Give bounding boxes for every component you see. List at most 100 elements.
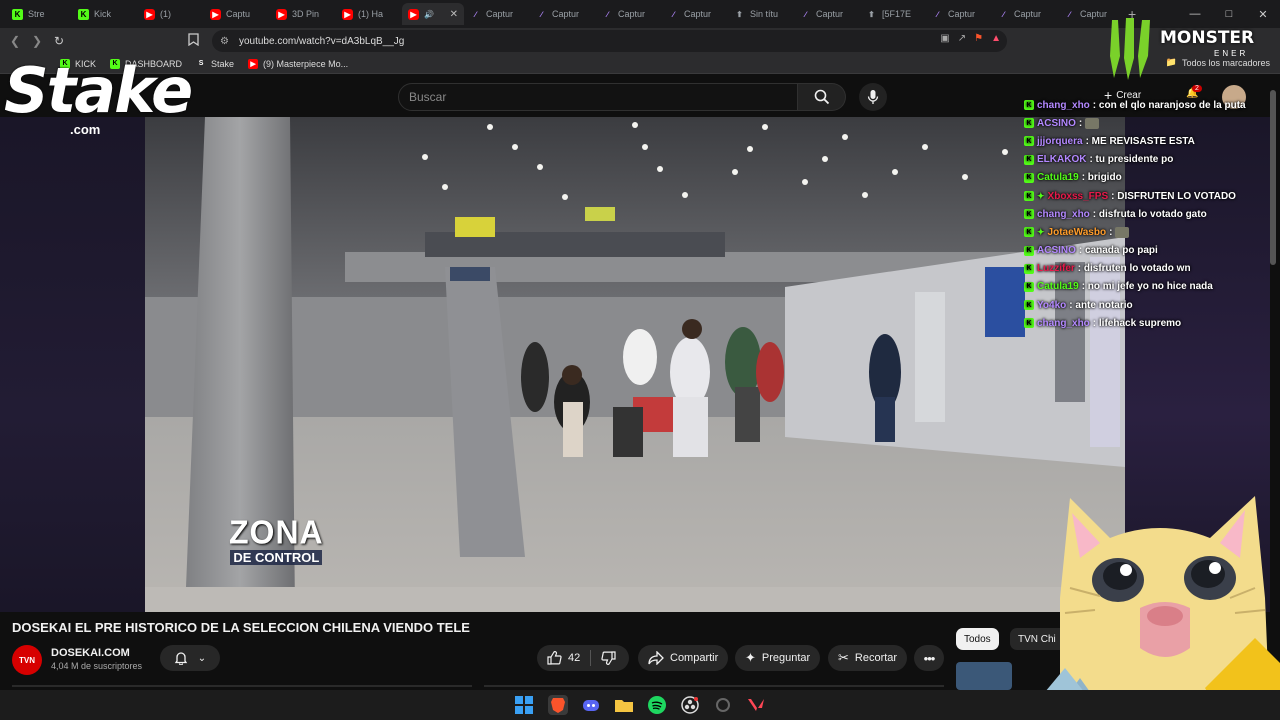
dislike-icon[interactable] bbox=[601, 651, 616, 665]
tab-label: Captur bbox=[1080, 9, 1108, 19]
valorant-icon[interactable] bbox=[746, 695, 766, 715]
kick-badge-icon: K bbox=[1024, 154, 1034, 165]
video-overlay-caption: ZONA DE CONTROL bbox=[229, 515, 324, 566]
browser-tab[interactable]: ▶ 3D Pin bbox=[270, 3, 336, 25]
browser-tab[interactable]: ▶ Captu bbox=[204, 3, 270, 25]
search-icon bbox=[814, 89, 829, 105]
channel-avatar[interactable]: TVN bbox=[12, 645, 42, 675]
back-icon[interactable]: ❮ bbox=[4, 30, 26, 52]
share-button[interactable]: Compartir bbox=[638, 645, 729, 671]
sparkle-icon: ✦ bbox=[745, 650, 756, 665]
file-explorer-icon[interactable] bbox=[614, 695, 634, 715]
tab-label: Sin títu bbox=[750, 9, 779, 19]
more-actions-button[interactable]: ••• bbox=[914, 645, 944, 671]
browser-tab[interactable]: ∕ Captur bbox=[926, 3, 992, 25]
browser-tab-active[interactable]: ▶ 🔊 ✕ bbox=[402, 3, 464, 25]
audio-playing-icon[interactable]: 🔊 bbox=[424, 10, 434, 19]
bookmark-item[interactable]: ▶ (9) Masterpiece Mo... bbox=[248, 58, 348, 69]
voice-search-button[interactable] bbox=[859, 83, 887, 111]
kick-favicon-icon: K bbox=[78, 8, 89, 20]
reload-icon[interactable]: ↻ bbox=[48, 30, 70, 52]
chat-text: : ME REVISASTE ESTA bbox=[1085, 135, 1195, 147]
video-player[interactable]: ZONA DE CONTROL bbox=[145, 117, 1125, 612]
browser-tab[interactable]: ∕ Captur bbox=[794, 3, 860, 25]
browser-tab[interactable]: ∕ Captur bbox=[596, 3, 662, 25]
kick-badge-icon: K bbox=[1024, 245, 1034, 256]
screen: K Stre K Kick ▶ (1) ▶ Captu ▶ 3D Pin ▶ (1) Ha ▶ 🔊 ✕ ∕ C… bbox=[0, 0, 1280, 720]
clip-label: Recortar bbox=[854, 652, 898, 664]
browser-tab[interactable]: ▶ (1) bbox=[138, 3, 204, 25]
cast-icon[interactable]: ▣ bbox=[940, 33, 949, 44]
browser-tab-strip: K Stre K Kick ▶ (1) ▶ Captu ▶ 3D Pin ▶ (1) Ha ▶ 🔊 ✕ ∕ C… bbox=[0, 0, 1280, 28]
browser-tab[interactable]: ⬆ [5F17E bbox=[860, 3, 926, 25]
discord-icon[interactable] bbox=[581, 695, 601, 715]
browser-tab[interactable]: ▶ (1) Ha bbox=[336, 3, 402, 25]
search-button[interactable] bbox=[798, 83, 846, 111]
like-icon[interactable] bbox=[547, 651, 562, 665]
app-icon[interactable] bbox=[713, 695, 733, 715]
url-actions: ▣ ↗ ⚑ ▲ bbox=[940, 33, 1001, 44]
site-info-icon[interactable]: ⚙ bbox=[220, 36, 229, 47]
cat-vtuber-avatar bbox=[1040, 496, 1280, 720]
chat-username: chang_xho bbox=[1037, 99, 1090, 111]
close-tab-icon[interactable]: ✕ bbox=[450, 9, 458, 20]
clip-button[interactable]: ✂ Recortar bbox=[828, 645, 908, 671]
search-input[interactable]: Buscar bbox=[398, 83, 798, 111]
stake-logo: Stake bbox=[4, 54, 193, 127]
brave-browser-icon[interactable] bbox=[548, 695, 568, 715]
rewards-icon[interactable]: ▲ bbox=[991, 33, 1001, 44]
chat-text: : DISFRUTEN LO VOTADO bbox=[1111, 190, 1236, 202]
subscriber-badge-icon: ✦ bbox=[1037, 226, 1045, 237]
bookmark-icon[interactable] bbox=[188, 33, 202, 48]
bookmarks-bar: K KICK K DASHBOARD S Stake ▶ (9) Masterpiece Mo… bbox=[0, 54, 1280, 74]
chat-message: Kjjjorquera: ME REVISASTE ESTA bbox=[1024, 132, 1274, 150]
tab-label: 3D Pin bbox=[292, 9, 320, 19]
chat-username: ACSINO bbox=[1037, 245, 1076, 257]
browser-tab[interactable]: ∕ Captur bbox=[662, 3, 728, 25]
tab-label: Captur bbox=[684, 9, 712, 19]
capture-favicon-icon: ∕ bbox=[936, 9, 939, 19]
stream-chat: Kchang_xho: con el qlo naranjoso de la p… bbox=[1024, 96, 1274, 332]
brave-shield-icon[interactable]: ⚑ bbox=[974, 33, 983, 44]
bookmark-item[interactable]: S Stake bbox=[196, 59, 234, 69]
capture-favicon-icon: ∕ bbox=[1068, 9, 1071, 19]
chat-text: : bbox=[1109, 226, 1113, 238]
capture-favicon-icon: ∕ bbox=[540, 9, 543, 19]
notification-count-badge: 2 bbox=[1192, 85, 1202, 92]
forward-icon[interactable]: ❯ bbox=[26, 30, 48, 52]
browser-tab[interactable]: ∕ Captur bbox=[530, 3, 596, 25]
browser-tab[interactable]: K Kick bbox=[72, 3, 138, 25]
monster-claw-icon bbox=[1110, 18, 1150, 80]
like-dislike-group: 42 bbox=[537, 645, 629, 671]
chat-text: : bbox=[1078, 117, 1083, 129]
url-bar[interactable]: ⚙ youtube.com/watch?v=dA3bLqB__Jg ▣ ↗ ⚑ … bbox=[212, 30, 1007, 52]
spotify-icon[interactable] bbox=[647, 695, 667, 715]
obs-icon[interactable] bbox=[680, 695, 700, 715]
browser-tab[interactable]: K Stre bbox=[6, 3, 72, 25]
chip-all[interactable]: Todos bbox=[956, 628, 999, 650]
browser-tab[interactable]: ⬆ Sin títu bbox=[728, 3, 794, 25]
ask-button[interactable]: ✦ Preguntar bbox=[735, 645, 821, 671]
chat-message: K Catula19: no mi jefe yo no hice nada bbox=[1024, 278, 1274, 296]
stake-favicon-icon: S bbox=[198, 60, 204, 67]
channel-name[interactable]: DOSEKAI.COM bbox=[51, 647, 130, 659]
chat-text: : tu presidente po bbox=[1089, 154, 1174, 166]
windows-start-icon[interactable] bbox=[514, 695, 534, 715]
chat-text: : lifehack supremo bbox=[1092, 317, 1182, 329]
search-placeholder: Buscar bbox=[409, 90, 447, 104]
kick-badge-icon: K bbox=[1024, 318, 1034, 329]
subscription-bell-button[interactable]: ⌄ bbox=[160, 645, 220, 671]
capture-favicon-icon: ∕ bbox=[804, 9, 807, 19]
doc-favicon-icon: ⬆ bbox=[736, 9, 743, 19]
chat-text: : disfruten lo votado wn bbox=[1077, 263, 1191, 275]
browser-tab[interactable]: ∕ Captur bbox=[464, 3, 530, 25]
tab-label: Captur bbox=[486, 9, 514, 19]
browser-tab[interactable]: ∕ Captur bbox=[992, 3, 1058, 25]
kick-badge-icon: K bbox=[1024, 172, 1034, 183]
url-text: youtube.com/watch?v=dA3bLqB__Jg bbox=[238, 35, 405, 47]
chevron-down-icon: ⌄ bbox=[197, 652, 207, 664]
recommended-video-thumbnail[interactable] bbox=[956, 662, 1012, 690]
share-page-icon[interactable]: ↗ bbox=[958, 33, 966, 44]
channel-subscribers: 4,04 M de suscriptores bbox=[51, 661, 143, 671]
kick-badge-icon: K bbox=[1024, 227, 1034, 238]
